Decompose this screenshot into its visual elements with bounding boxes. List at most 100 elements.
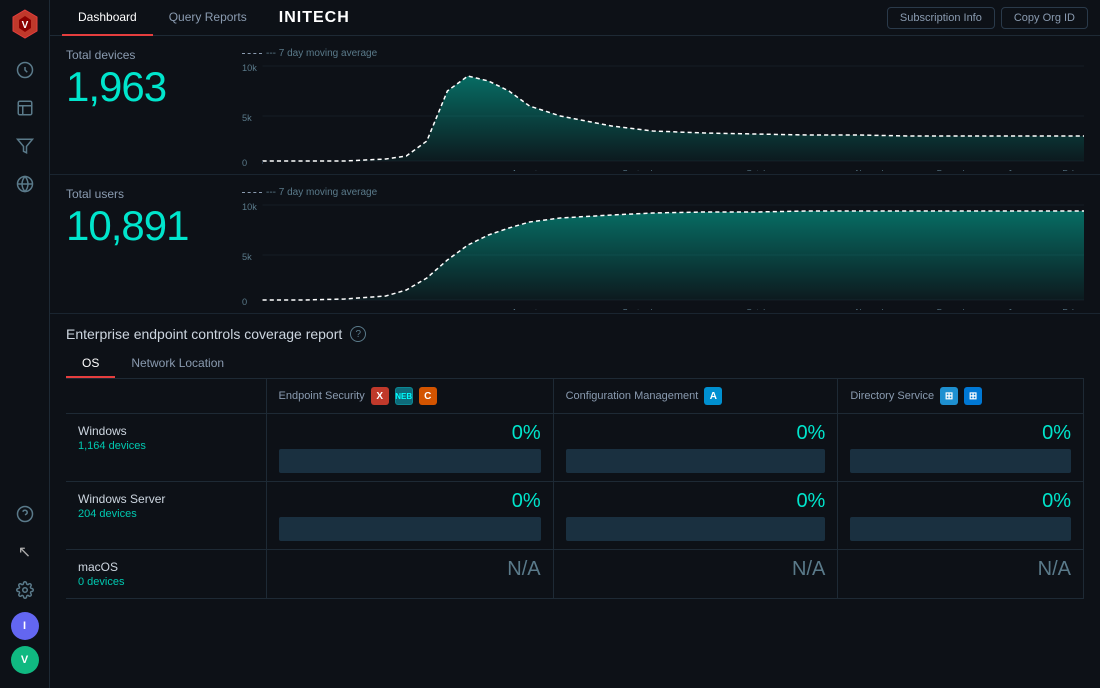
os-name-macos: macOS	[78, 560, 254, 574]
table-row: Windows 1,164 devices 0% 0%	[66, 414, 1084, 482]
directory-windows: 0%	[838, 414, 1084, 482]
windows-config-pct: 0%	[554, 414, 838, 449]
total-devices-value: 1,963	[66, 66, 226, 108]
total-devices-label: Total devices	[66, 48, 226, 62]
endpoint-security-windows: 0%	[266, 414, 553, 482]
coverage-tabs: OS Network Location	[66, 350, 1084, 379]
svg-text:October: October	[746, 308, 775, 310]
sidebar-item-dashboard[interactable]	[9, 54, 41, 86]
devices-chart-svg: 10k 5k 0	[242, 61, 1084, 171]
directory-label: Directory Service	[850, 390, 934, 402]
svg-text:5k: 5k	[242, 113, 252, 123]
windows-config-bar	[554, 449, 838, 481]
sidebar-item-globe[interactable]	[9, 168, 41, 200]
svg-text:August: August	[512, 308, 538, 310]
endpoint-security-winserver: 0%	[266, 482, 553, 550]
coverage-help-icon[interactable]: ?	[350, 326, 366, 342]
macos-dir-na: N/A	[838, 550, 1083, 585]
config-mgmt-winserver: 0%	[553, 482, 838, 550]
col-header-endpoint-security: Endpoint Security X NEB C	[266, 379, 553, 414]
users-chart-svg: 10k 5k 0	[242, 200, 1084, 310]
sidebar-item-reports[interactable]	[9, 92, 41, 124]
winserver-config-pct: 0%	[554, 482, 838, 517]
main-content: Dashboard Query Reports INITECH Subscrip…	[50, 0, 1100, 688]
coverage-table: Endpoint Security X NEB C Configuration …	[66, 379, 1084, 599]
copy-org-id-button[interactable]: Copy Org ID	[1001, 7, 1088, 29]
content-area: Total devices 1,963 --- 7 day moving ave…	[50, 36, 1100, 688]
svg-text:0: 0	[242, 297, 247, 307]
svg-text:5k: 5k	[242, 252, 252, 262]
xm-icon: X	[371, 387, 389, 405]
subscription-info-button[interactable]: Subscription Info	[887, 7, 995, 29]
svg-text:December: December	[937, 308, 975, 310]
winserver-endpoint-bar	[267, 517, 553, 549]
coverage-tab-network[interactable]: Network Location	[115, 350, 240, 378]
coverage-section: Enterprise endpoint controls coverage re…	[50, 314, 1100, 611]
table-row: macOS 0 devices N/A N/A N/A	[66, 550, 1084, 599]
azure-icon: A	[704, 387, 722, 405]
win-icon: ⊞	[964, 387, 982, 405]
winserver-dir-pct: 0%	[838, 482, 1083, 517]
table-row: Windows Server 204 devices 0% 0%	[66, 482, 1084, 550]
devices-moving-avg-label: --- 7 day moving average	[242, 48, 1084, 59]
ad-icon: ⊞	[940, 387, 958, 405]
total-users-label: Total users	[66, 187, 226, 201]
svg-text:10k: 10k	[242, 202, 257, 212]
config-mgmt-windows: 0%	[553, 414, 838, 482]
sidebar-item-settings[interactable]	[9, 574, 41, 606]
endpoint-security-label: Endpoint Security	[279, 390, 365, 402]
macos-config-na: N/A	[554, 550, 838, 585]
avatar-v[interactable]: V	[11, 646, 39, 674]
avatar-i[interactable]: I	[11, 612, 39, 640]
svg-text:December: December	[937, 169, 975, 171]
windows-dir-pct: 0%	[838, 414, 1083, 449]
svg-text:September: September	[622, 169, 662, 171]
coverage-title: Enterprise endpoint controls coverage re…	[66, 326, 1084, 342]
cursor-indicator: ↖	[9, 536, 41, 568]
os-cell-windows: Windows 1,164 devices	[66, 414, 266, 482]
svg-text:November: November	[856, 169, 894, 171]
app-logo[interactable]: V	[9, 8, 41, 40]
os-cell-macos: macOS 0 devices	[66, 550, 266, 599]
svg-text:February: February	[1062, 169, 1084, 171]
os-cell-winserver: Windows Server 204 devices	[66, 482, 266, 550]
users-moving-avg-label: --- 7 day moving average	[242, 187, 1084, 198]
coverage-title-text: Enterprise endpoint controls coverage re…	[66, 326, 342, 342]
users-chart-area: --- 7 day moving average 10k 5k 0	[242, 187, 1084, 313]
winserver-config-bar	[554, 517, 838, 549]
windows-endpoint-bar	[267, 449, 553, 481]
windows-endpoint-pct: 0%	[267, 414, 553, 449]
config-mgmt-macos: N/A	[553, 550, 838, 599]
brand-name: INITECH	[263, 9, 366, 27]
svg-text:September: September	[622, 308, 662, 310]
col-header-os	[66, 379, 266, 414]
tab-query-reports[interactable]: Query Reports	[153, 0, 263, 36]
svg-text:August: August	[512, 169, 538, 171]
top-nav: Dashboard Query Reports INITECH Subscrip…	[50, 0, 1100, 36]
col-header-directory: Directory Service ⊞ ⊞	[838, 379, 1084, 414]
sidebar: V ↖	[0, 0, 50, 688]
total-users-section: Total users 10,891 --- 7 day moving aver…	[50, 175, 1100, 314]
svg-text:V: V	[21, 20, 28, 31]
macos-endpoint-na: N/A	[267, 550, 553, 585]
col-header-config-mgmt: Configuration Management A	[553, 379, 838, 414]
total-devices-section: Total devices 1,963 --- 7 day moving ave…	[50, 36, 1100, 175]
endpoint-security-macos: N/A	[266, 550, 553, 599]
os-name-windows: Windows	[78, 424, 254, 438]
winserver-endpoint-pct: 0%	[267, 482, 553, 517]
tab-dashboard[interactable]: Dashboard	[62, 0, 153, 36]
svg-text:0: 0	[242, 158, 247, 168]
svg-text:November: November	[856, 308, 894, 310]
sidebar-item-filter[interactable]	[9, 130, 41, 162]
cs-icon: C	[419, 387, 437, 405]
devices-chart-area: --- 7 day moving average 10k 5k 0	[242, 48, 1084, 174]
svg-text:January: January	[1008, 169, 1038, 171]
coverage-tab-os[interactable]: OS	[66, 350, 115, 378]
svg-text:October: October	[746, 169, 775, 171]
os-devices-windows: 1,164 devices	[78, 440, 254, 452]
svg-text:February: February	[1062, 308, 1084, 310]
total-users-value: 10,891	[66, 205, 226, 247]
directory-macos: N/A	[838, 550, 1084, 599]
sidebar-item-help[interactable]	[9, 498, 41, 530]
svg-text:10k: 10k	[242, 63, 257, 73]
